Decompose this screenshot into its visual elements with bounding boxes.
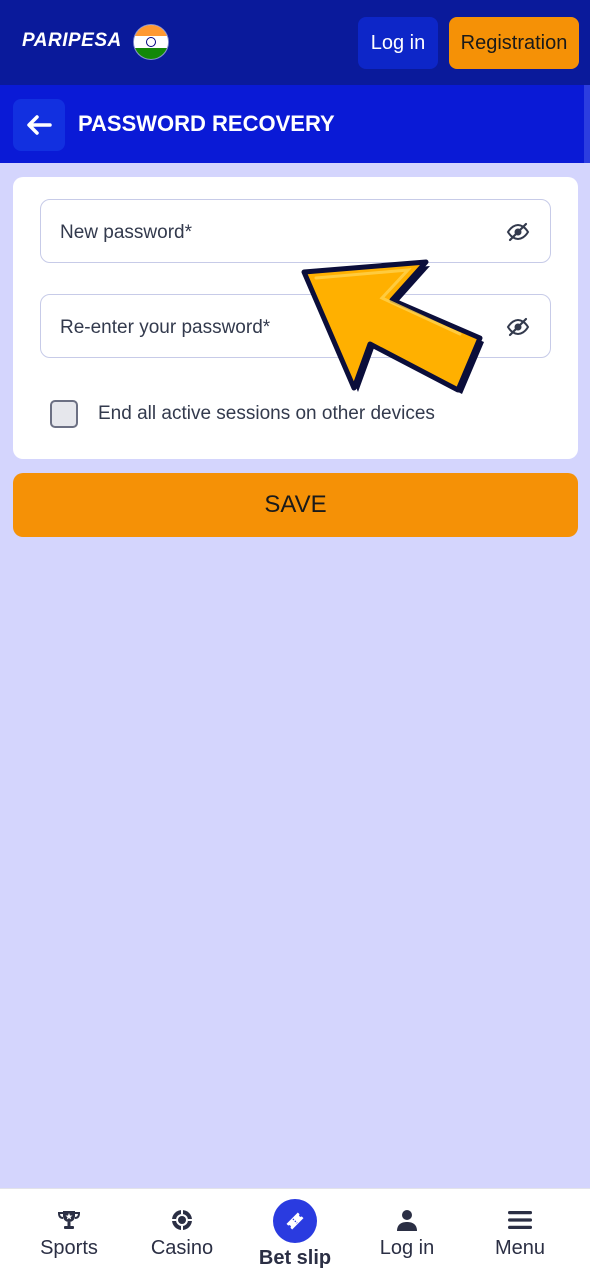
nav-label-login: Log in [379, 1237, 435, 1259]
menu-icon [508, 1211, 532, 1229]
eye-slash-icon[interactable] [506, 220, 530, 244]
trophy-icon [57, 1211, 81, 1229]
nav-item-casino[interactable]: Casino [127, 1189, 237, 1281]
nav-label-menu: Menu [494, 1237, 546, 1259]
casino-chip-icon [172, 1210, 192, 1230]
new-password-placeholder: New password* [60, 222, 192, 243]
nav-item-login[interactable]: Log in [352, 1189, 462, 1281]
save-button[interactable]: SAVE [13, 473, 578, 537]
user-icon [397, 1210, 417, 1231]
top-header: PARIPESA Log in Registration [0, 0, 590, 85]
back-button[interactable] [13, 99, 65, 151]
bottom-navigation: Sports Casino Bet slip Log in Menu [0, 1188, 590, 1281]
end-sessions-checkbox[interactable] [50, 400, 78, 428]
login-button[interactable]: Log in [358, 17, 438, 69]
page-title: PASSWORD RECOVERY [78, 111, 335, 136]
paripesa-logo[interactable]: PARIPESA [22, 30, 122, 52]
pointer-arrow-graphic [301, 259, 484, 394]
end-sessions-label[interactable]: End all active sessions on other devices [98, 403, 435, 425]
eye-slash-icon[interactable] [506, 315, 530, 339]
nav-label-sports: Sports [40, 1237, 98, 1259]
nav-label-casino: Casino [150, 1237, 214, 1259]
title-bar: PASSWORD RECOVERY [0, 85, 590, 163]
registration-button[interactable]: Registration [449, 17, 579, 69]
nav-label-bet-slip: Bet slip [258, 1247, 332, 1269]
ticket-icon [286, 1212, 304, 1230]
india-flag-icon[interactable] [134, 25, 168, 59]
reenter-password-placeholder: Re-enter your password* [60, 317, 271, 338]
nav-item-sports[interactable]: Sports [14, 1189, 124, 1281]
nav-item-bet-slip[interactable]: Bet slip [240, 1189, 350, 1281]
arrow-left-icon [27, 115, 52, 135]
nav-item-menu[interactable]: Menu [465, 1189, 575, 1281]
scrollbar[interactable] [584, 85, 590, 163]
